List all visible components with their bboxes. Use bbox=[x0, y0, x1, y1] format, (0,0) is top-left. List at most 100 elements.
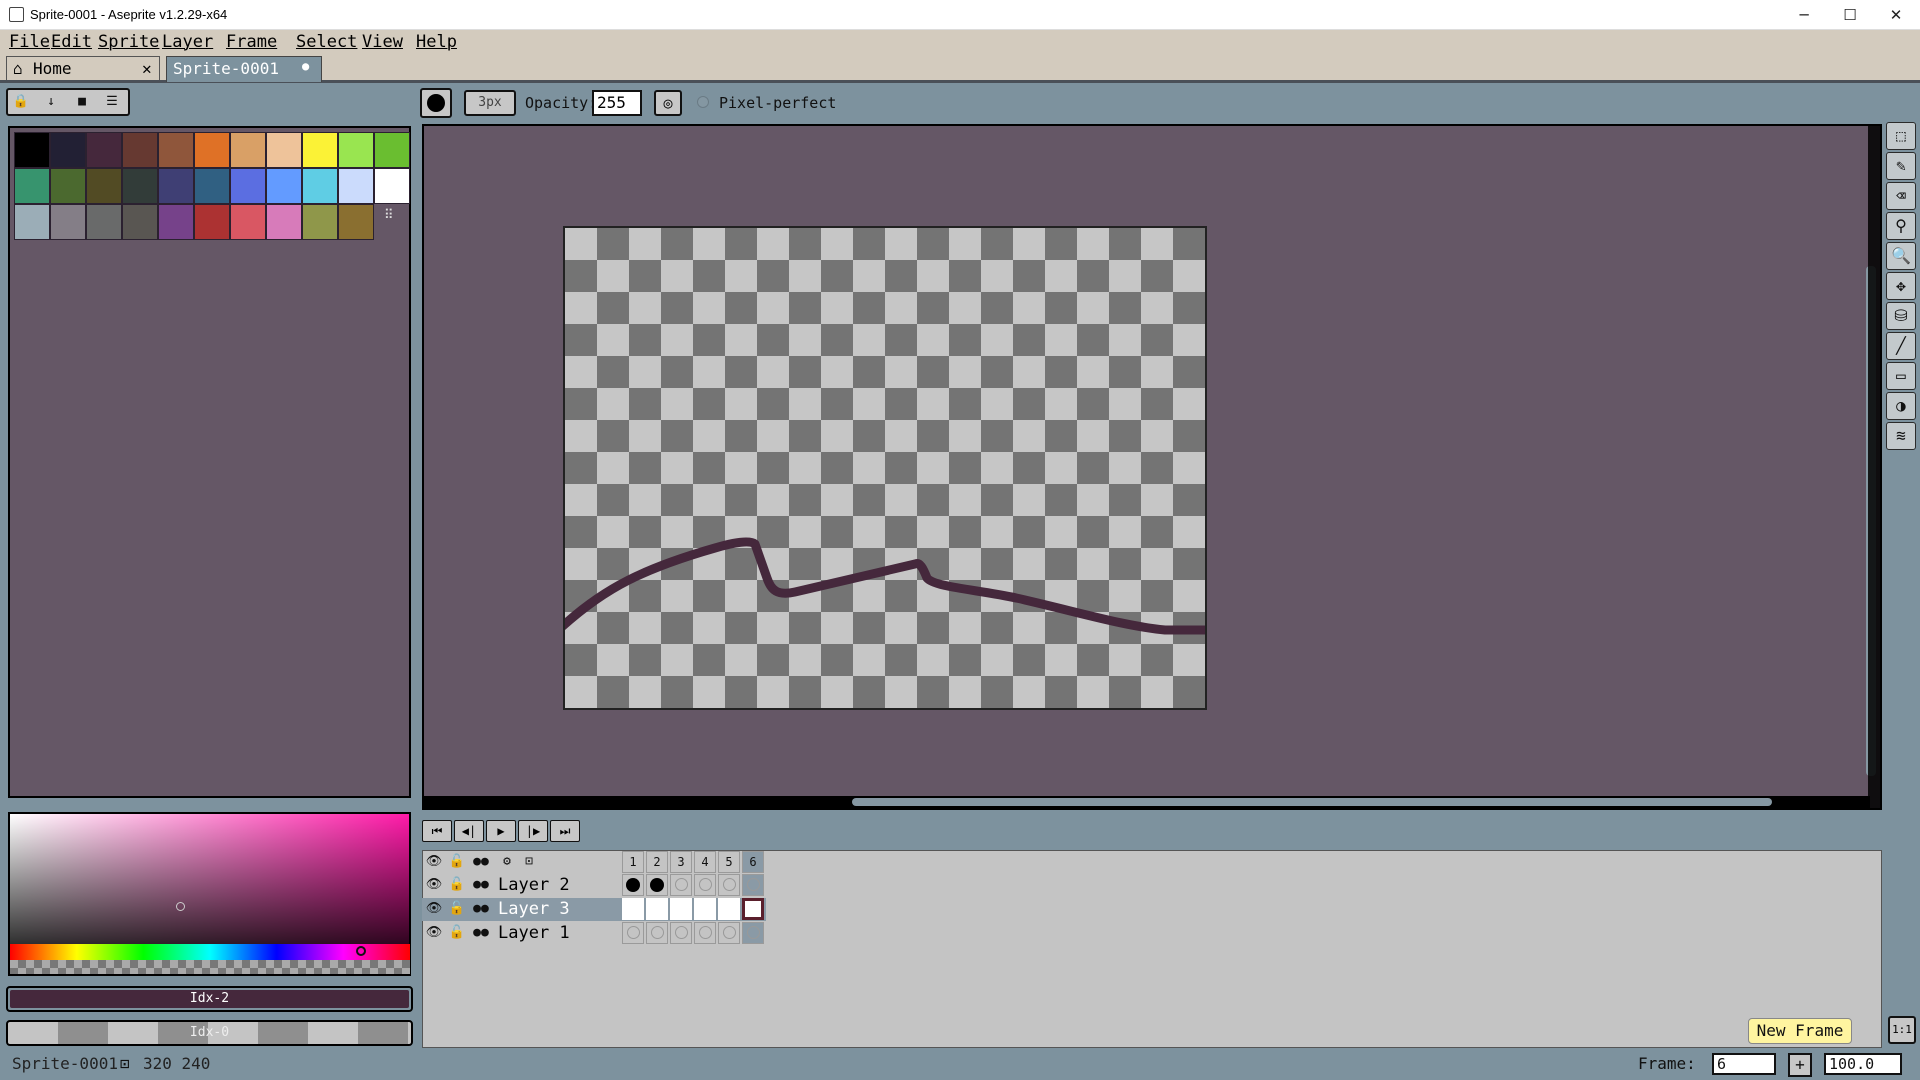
padlock-icon[interactable]: 🔓 bbox=[446, 874, 468, 896]
opacity-input[interactable]: 255 bbox=[592, 90, 642, 116]
palette-swatch[interactable] bbox=[50, 204, 86, 240]
hue-slider[interactable] bbox=[10, 944, 410, 960]
eye-icon[interactable]: 👁 bbox=[423, 898, 445, 920]
tab-home[interactable]: ⌂ Home ✕ bbox=[6, 56, 160, 80]
palette-swatch[interactable] bbox=[50, 132, 86, 168]
menu-sprite[interactable]: Sprite bbox=[98, 30, 159, 54]
cel[interactable] bbox=[742, 874, 764, 896]
cel[interactable] bbox=[646, 922, 668, 944]
menu-file[interactable]: File bbox=[9, 30, 50, 54]
cel[interactable] bbox=[742, 898, 764, 920]
horizontal-scrollbar-track[interactable] bbox=[424, 796, 1870, 808]
frame-number-input[interactable]: 6 bbox=[1712, 1053, 1776, 1075]
next-frame-button[interactable]: |▶ bbox=[518, 820, 548, 842]
palette-swatch[interactable] bbox=[230, 132, 266, 168]
layer-name[interactable]: Layer 2 bbox=[498, 875, 570, 895]
frame-header-6[interactable]: 6 bbox=[742, 851, 764, 873]
cel[interactable] bbox=[646, 898, 668, 920]
palette-swatch[interactable] bbox=[14, 168, 50, 204]
eraser-icon[interactable]: ⌫ bbox=[1886, 182, 1916, 210]
cel[interactable] bbox=[670, 922, 692, 944]
palette-swatch[interactable] bbox=[338, 168, 374, 204]
hue-slider-handle[interactable] bbox=[356, 946, 366, 956]
move-icon[interactable]: ✥ bbox=[1886, 272, 1916, 300]
palette-swatch[interactable] bbox=[194, 204, 230, 240]
eyedropper-icon[interactable]: ⚲ bbox=[1886, 212, 1916, 240]
palette-swatch[interactable] bbox=[14, 132, 50, 168]
first-frame-button[interactable]: ⏮ bbox=[422, 820, 452, 842]
previous-frame-button[interactable]: ◀| bbox=[454, 820, 484, 842]
tab-sprite-0001[interactable]: Sprite-0001 ● bbox=[166, 56, 322, 82]
eye-icon[interactable]: 👁 bbox=[423, 874, 445, 896]
menu-edit[interactable]: Edit bbox=[51, 30, 92, 54]
palette-swatch[interactable] bbox=[14, 204, 50, 240]
contour-icon[interactable]: ◑ bbox=[1886, 392, 1916, 420]
cel[interactable] bbox=[622, 874, 644, 896]
menu-frame[interactable]: Frame bbox=[226, 30, 277, 54]
pencil-icon[interactable]: ✎ bbox=[1886, 152, 1916, 180]
palette-swatch[interactable] bbox=[338, 132, 374, 168]
cel[interactable] bbox=[694, 922, 716, 944]
last-frame-button[interactable]: ⏭ bbox=[550, 820, 580, 842]
lock-icon[interactable]: 🔒 bbox=[10, 91, 32, 113]
menu-select[interactable]: Select bbox=[296, 30, 357, 54]
palette-swatch[interactable] bbox=[50, 168, 86, 204]
minimize-button[interactable]: ─ bbox=[1781, 0, 1827, 30]
palette-swatch[interactable] bbox=[230, 168, 266, 204]
palette-swatch[interactable] bbox=[86, 168, 122, 204]
vertical-scrollbar-track[interactable] bbox=[1868, 126, 1882, 808]
cel[interactable] bbox=[742, 922, 764, 944]
layer-name[interactable]: Layer 3 bbox=[498, 899, 570, 919]
sort-icon[interactable]: ↓ bbox=[40, 91, 62, 113]
ink-icon[interactable]: ◎ bbox=[654, 90, 682, 116]
paint-bucket-icon[interactable]: ⛁ bbox=[1886, 302, 1916, 330]
menu-view[interactable]: View bbox=[362, 30, 403, 54]
cel[interactable] bbox=[718, 874, 740, 896]
cel[interactable] bbox=[670, 898, 692, 920]
marquee-icon[interactable]: ⬚ bbox=[1886, 122, 1916, 150]
cel[interactable] bbox=[622, 922, 644, 944]
frame-header-3[interactable]: 3 bbox=[670, 851, 692, 873]
palette-swatch[interactable] bbox=[194, 132, 230, 168]
palette-swatch[interactable] bbox=[302, 132, 338, 168]
palette-swatch[interactable] bbox=[266, 204, 302, 240]
new-frame-button[interactable]: + bbox=[1788, 1053, 1812, 1077]
palette-swatch[interactable] bbox=[266, 132, 302, 168]
close-window-button[interactable]: ✕ bbox=[1873, 0, 1919, 30]
palette-swatch[interactable] bbox=[158, 168, 194, 204]
menu-help[interactable]: Help bbox=[416, 30, 457, 54]
cel[interactable] bbox=[670, 874, 692, 896]
continuous-icon[interactable]: ●● bbox=[470, 898, 492, 920]
cel[interactable] bbox=[694, 874, 716, 896]
maximize-button[interactable]: ☐ bbox=[1827, 0, 1873, 30]
zoom-icon[interactable]: 🔍 bbox=[1886, 242, 1916, 270]
layer-group-header-icon[interactable]: ⚙ bbox=[496, 851, 518, 873]
palette-resize-handle[interactable]: ⠿ bbox=[384, 208, 394, 223]
palette-swatch[interactable] bbox=[302, 168, 338, 204]
menu-layer[interactable]: Layer bbox=[162, 30, 213, 54]
onion-skin-icon[interactable]: ⊡ bbox=[518, 851, 540, 873]
tab-close-icon[interactable]: ✕ bbox=[142, 59, 152, 78]
visibility-header-icon[interactable]: 👁 bbox=[423, 851, 445, 873]
line-icon[interactable]: ╱ bbox=[1886, 332, 1916, 360]
sprite-canvas[interactable] bbox=[563, 226, 1207, 710]
frame-header-4[interactable]: 4 bbox=[694, 851, 716, 873]
alpha-slider[interactable] bbox=[10, 960, 410, 974]
palette-swatch[interactable] bbox=[122, 204, 158, 240]
play-button[interactable]: ▶ bbox=[486, 820, 516, 842]
palette-swatch[interactable] bbox=[122, 168, 158, 204]
cel[interactable] bbox=[622, 898, 644, 920]
eye-icon[interactable]: 👁 bbox=[423, 922, 445, 944]
brush-type-button[interactable] bbox=[420, 88, 452, 118]
palette-swatch[interactable] bbox=[302, 204, 338, 240]
cel[interactable] bbox=[718, 898, 740, 920]
palette-swatch[interactable] bbox=[338, 204, 374, 240]
foreground-color-bar[interactable]: Idx-2 bbox=[6, 986, 413, 1012]
brush-size-field[interactable]: 3px bbox=[464, 90, 516, 116]
palette-preset-icon[interactable]: ■ bbox=[71, 91, 93, 113]
palette-swatch[interactable] bbox=[158, 204, 194, 240]
color-picker-cursor[interactable] bbox=[176, 902, 185, 911]
palette-swatch[interactable] bbox=[374, 132, 410, 168]
palette-swatch[interactable] bbox=[122, 132, 158, 168]
pixel-perfect-checkbox[interactable] bbox=[697, 96, 709, 108]
